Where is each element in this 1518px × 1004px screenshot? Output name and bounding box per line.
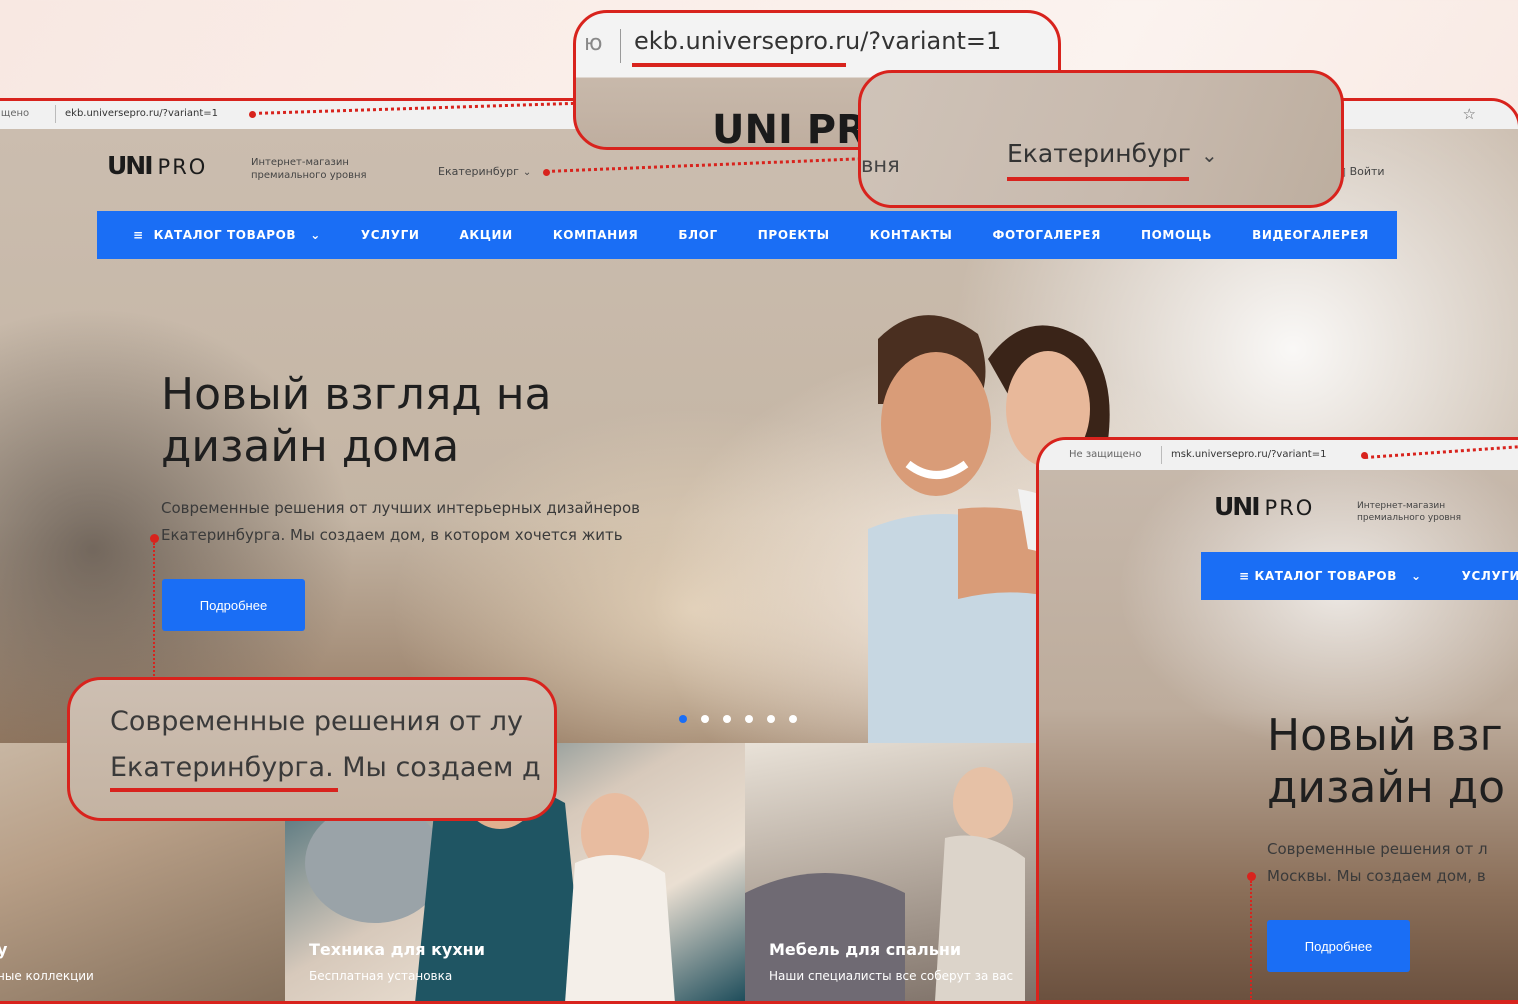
hero-title-line-2: дизайн до (1267, 762, 1506, 813)
city-selector[interactable]: Екатеринбург ⌄ (438, 165, 531, 178)
second-browser-window: Не защищено msk.universepro.ru/?variant=… (1036, 437, 1518, 1003)
nav-item-services[interactable]: УСЛУГИ (1462, 569, 1518, 583)
main-nav: ≡ КАТАЛОГ ТОВАРОВ ⌄ УСЛУГИ (1201, 552, 1518, 600)
hero-title: Новый взг дизайн до (1267, 710, 1518, 814)
site-page: UNI PRO Интернет-магазин премиального уро… (1039, 470, 1518, 1000)
subtitle-connector-line (1250, 881, 1252, 1000)
slider-dot[interactable] (745, 715, 753, 723)
tile-subtitle: ные коллекции (0, 969, 94, 983)
nav-item-video-gallery[interactable]: ВИДЕОГАЛЕРЕЯ (1252, 228, 1369, 242)
hero-subtitle-line-1: Современные решения от лучших интерьерны… (161, 499, 640, 517)
hero-subtitle: Современные решения от л Москвы. Мы созд… (1267, 836, 1488, 890)
chevron-down-icon: ⌄ (1201, 143, 1218, 167)
site-tagline: Интернет-магазин премиального уровня (1357, 501, 1461, 523)
category-tile-bedroom[interactable]: Мебель для спальни Наши специалисты все … (745, 743, 1045, 1001)
site-logo[interactable]: UNI PRO (1214, 492, 1314, 521)
url-text[interactable]: msk.universepro.ru/?variant=1 (1171, 449, 1326, 460)
address-separator (620, 29, 621, 63)
slider-dot[interactable] (701, 715, 709, 723)
url-text[interactable]: ekb.universepro.ru/?variant=1 (65, 108, 218, 119)
nav-item-blog[interactable]: БЛОГ (678, 228, 717, 242)
hero-title-line-1: Новый взгляд на (161, 369, 552, 420)
hero-subtitle: Современные решения от лучших интерьерны… (161, 495, 761, 549)
site-logo[interactable]: UNI PRO (107, 151, 207, 180)
hero-title-line-2: дизайн дома (161, 421, 460, 472)
tile-subtitle: Бесплатная установка (309, 969, 453, 983)
tagline-fragment: вня (861, 153, 900, 177)
city-word-highlight-underline (110, 788, 338, 792)
main-nav: ≡ КАТАЛОГ ТОВАРОВ ⌄ УСЛУГИ АКЦИИ КОМПАНИЯ … (97, 211, 1397, 259)
menu-icon: ≡ (1239, 569, 1255, 583)
logo-text: PRO (1264, 496, 1315, 520)
tile-title: Техника для кухни (309, 940, 485, 959)
city-name: Екатеринбург (438, 165, 519, 178)
address-separator (55, 105, 56, 123)
nav-item-projects[interactable]: ПРОЕКТЫ (758, 228, 830, 242)
zoomed-city-name: Екатеринбург (1007, 139, 1191, 168)
url-highlight-underline (632, 63, 846, 67)
menu-icon: ≡ (133, 228, 144, 242)
hero-title: Новый взгляд на дизайн дома (161, 369, 681, 473)
address-bar[interactable]: Не защищено msk.universepro.ru/?variant=… (1039, 440, 1518, 471)
chevron-down-icon: ⌄ (310, 228, 321, 242)
hero-subtitle-line-2: Екатеринбурга. Мы создаем дом, в котором… (161, 526, 623, 544)
logo-mark: UNI (107, 151, 154, 180)
tile-subtitle: Наши специалисты все соберут за вас (769, 969, 1014, 983)
nav-item-help[interactable]: ПОМОЩЬ (1141, 228, 1212, 242)
more-button[interactable]: Подробнее (162, 579, 305, 631)
chevron-down-icon: ⌄ (1410, 569, 1422, 583)
tile-title: Мебель для спальни (769, 940, 962, 959)
more-button[interactable]: Подробнее (1267, 920, 1410, 972)
logo-mark: UNI (1214, 492, 1261, 521)
hero-subtitle-line-2: Москвы. Мы создаем дом, в (1267, 867, 1486, 885)
hero-title-line-1: Новый взг (1267, 710, 1503, 761)
nav-item-services[interactable]: УСЛУГИ (361, 228, 420, 242)
city-highlight-underline (1007, 177, 1189, 181)
text-zoom-callout: Современные решения от лу Екатеринбурга.… (67, 677, 557, 821)
chevron-down-icon: ⌄ (522, 167, 532, 178)
logo-text: PRO (157, 155, 208, 179)
slider-dot[interactable] (679, 715, 687, 723)
bookmark-star-icon[interactable]: ☆ (1463, 105, 1476, 123)
bedroom-photo (745, 767, 1025, 1001)
slider-dot[interactable] (723, 715, 731, 723)
security-label: Не защищено (1069, 449, 1142, 460)
security-label: щищено (0, 108, 30, 119)
zoomed-subtitle-line-2: Екатеринбурга. Мы создаем д (110, 752, 541, 783)
hero-subtitle-line-1: Современные решения от л (1267, 840, 1488, 858)
nav-catalog-label: КАТАЛОГ ТОВАРОВ (1254, 569, 1397, 583)
login-link[interactable]: ▯ Войти (1340, 165, 1385, 178)
slider-dot[interactable] (789, 715, 797, 723)
nav-catalog-label: КАТАЛОГ ТОВАРОВ (153, 228, 297, 242)
nav-item-catalog[interactable]: ≡ КАТАЛОГ ТОВАРОВ ⌄ (1239, 569, 1422, 583)
subtitle-marker-dot (150, 534, 159, 543)
nav-item-company[interactable]: КОМПАНИЯ (553, 228, 638, 242)
address-separator (1161, 446, 1162, 464)
nav-item-catalog[interactable]: ≡ КАТАЛОГ ТОВАРОВ ⌄ (133, 228, 321, 242)
subtitle-marker-dot (1247, 872, 1256, 881)
security-label-fragment: ю (584, 31, 603, 56)
city-zoom-callout: вня Екатеринбург ⌄ (858, 70, 1344, 208)
nav-item-promotions[interactable]: АКЦИИ (460, 228, 513, 242)
tile-title: у (0, 940, 7, 959)
site-tagline: Интернет-магазин премиального уровня (251, 157, 367, 181)
zoomed-url-text: ekb.universepro.ru/?variant=1 (634, 27, 1002, 55)
zoomed-logo-fragment: UNI PR (712, 107, 867, 150)
zoomed-subtitle-line-1: Современные решения от лу (110, 706, 523, 737)
subtitle-connector-line (153, 543, 155, 683)
login-label: Войти (1349, 165, 1385, 178)
nav-item-contacts[interactable]: КОНТАКТЫ (870, 228, 953, 242)
slider-dot[interactable] (767, 715, 775, 723)
nav-item-photo-gallery[interactable]: ФОТОГАЛЕРЕЯ (993, 228, 1101, 242)
slider-pagination (679, 715, 797, 723)
